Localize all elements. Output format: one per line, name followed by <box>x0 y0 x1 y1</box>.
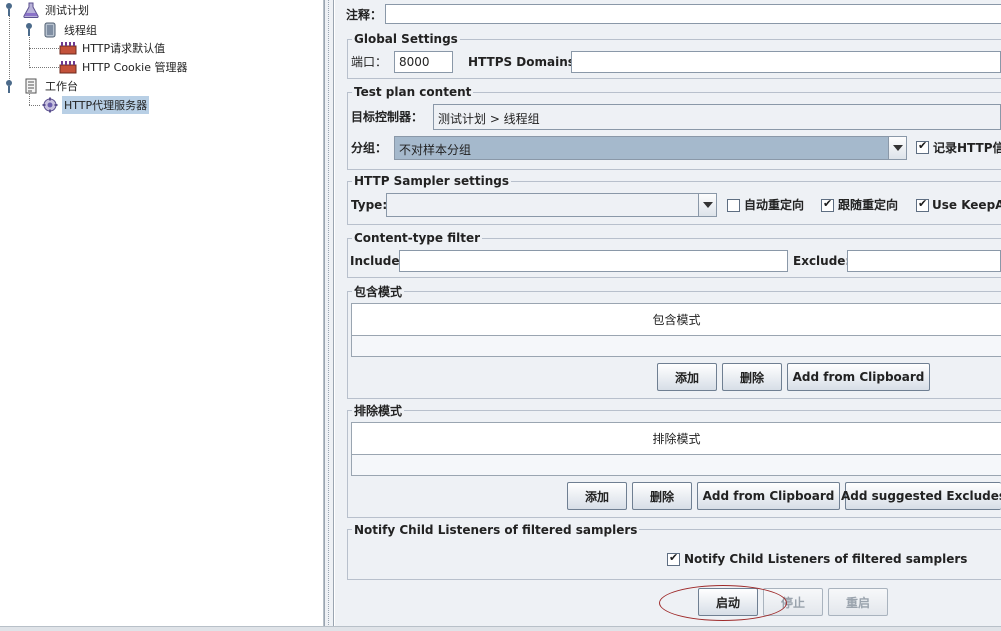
keepalive-checkbox[interactable] <box>916 197 929 212</box>
tree-item-label: HTTP请求默认值 <box>82 42 166 55</box>
include-label: Include: <box>350 254 405 268</box>
tree-item-cookie-manager[interactable]: HTTP Cookie 管理器 <box>59 58 189 76</box>
tree-item-label: 测试计划 <box>45 4 89 17</box>
notify-child-listeners-title: Notify Child Listeners of filtered sampl… <box>352 523 640 537</box>
tree-expand-handle[interactable] <box>5 3 13 17</box>
gear-icon <box>42 97 58 113</box>
https-domains-label: HTTPS Domains : <box>468 55 584 69</box>
tree-item-http-proxy[interactable]: HTTP代理服务器 <box>41 96 150 114</box>
comment-label: 注释： <box>346 8 383 22</box>
auto-redirect-checkbox[interactable] <box>727 199 740 212</box>
notify-child-listeners-checkbox[interactable] <box>667 551 680 566</box>
content-type-filter-title: Content-type filter <box>352 231 482 245</box>
follow-redirect-label: 跟随重定向 <box>838 198 899 212</box>
tree-item-workbench[interactable]: 工作台 <box>22 77 80 95</box>
wrench-icon <box>59 42 77 55</box>
sampler-type-select[interactable] <box>386 193 717 217</box>
include-patterns-title: 包含模式 <box>352 285 405 299</box>
split-pane-divider[interactable] <box>324 0 334 631</box>
global-settings-title: Global Settings <box>352 32 460 46</box>
include-patterns-table-body[interactable] <box>352 336 1001 356</box>
chevron-down-icon[interactable] <box>698 194 716 216</box>
tree-connector <box>29 105 40 106</box>
tree-connector <box>9 14 10 87</box>
spool-icon <box>44 22 56 38</box>
grouping-label: 分组： <box>351 141 388 155</box>
http-sampler-settings-title: HTTP Sampler settings <box>352 174 511 188</box>
exclude-patterns-column-header: 排除模式 <box>352 423 1001 455</box>
https-domains-input[interactable] <box>571 51 1001 73</box>
include-add-button[interactable]: 添加 <box>657 363 717 391</box>
chevron-down-icon[interactable] <box>888 137 906 159</box>
include-add-from-clipboard-button[interactable]: Add from Clipboard <box>787 363 930 391</box>
wrench-icon <box>59 61 77 74</box>
include-delete-button[interactable]: 删除 <box>722 363 782 391</box>
grouping-select[interactable]: 不对样本分组 <box>394 136 907 160</box>
tree-expand-handle[interactable] <box>25 23 33 37</box>
add-suggested-excludes-button[interactable]: Add suggested Excludes <box>841 482 1001 510</box>
notify-child-listeners-label: Notify Child Listeners of filtered sampl… <box>684 552 968 566</box>
tree-expand-handle[interactable] <box>5 80 13 94</box>
tree-item-label: HTTP代理服务器 <box>62 96 150 114</box>
exclude-patterns-table-body[interactable] <box>352 455 1001 475</box>
port-input[interactable]: 8000 <box>394 51 453 73</box>
tree-connector <box>29 67 59 68</box>
exclude-patterns-title: 排除模式 <box>352 404 405 418</box>
keepalive-label: Use KeepAli <box>932 198 1001 212</box>
restart-button[interactable]: 重启 <box>828 588 888 616</box>
record-http-label: 记录HTTP信 <box>933 141 1001 155</box>
bottom-status-strip <box>0 626 1001 631</box>
test-plan-content-title: Test plan content <box>352 85 474 99</box>
record-http-checkbox[interactable] <box>916 139 929 154</box>
comment-input[interactable] <box>385 4 1001 24</box>
flask-icon <box>23 2 39 18</box>
follow-redirect-checkbox[interactable] <box>821 197 834 212</box>
annotation-ellipse <box>659 585 787 621</box>
clipboard-icon <box>25 78 37 94</box>
exclude-add-button[interactable]: 添加 <box>567 482 627 510</box>
test-plan-tree[interactable]: 测试计划 线程组 HTTP请求默认值 HTTP Cookie 管理器 工作台 H… <box>0 0 324 626</box>
exclude-delete-button[interactable]: 删除 <box>632 482 692 510</box>
exclude-add-from-clipboard-button[interactable]: Add from Clipboard <box>697 482 840 510</box>
tree-item-label: 线程组 <box>64 24 97 37</box>
include-patterns-column-header: 包含模式 <box>352 304 1001 336</box>
tree-item-label: HTTP Cookie 管理器 <box>82 61 188 74</box>
tree-item-test-plan[interactable]: 测试计划 <box>22 1 91 19</box>
sampler-type-label: Type: <box>351 198 388 212</box>
port-label: 端口： <box>351 55 388 69</box>
tree-connector <box>29 94 30 105</box>
tree-item-label: 工作台 <box>45 80 78 93</box>
target-controller-select[interactable]: 测试计划 > 线程组 <box>433 104 1001 130</box>
target-controller-label: 目标控制器： <box>351 110 424 124</box>
tree-connector <box>29 35 30 66</box>
include-input[interactable] <box>399 250 788 272</box>
auto-redirect-label: 自动重定向 <box>744 198 805 212</box>
tree-item-http-defaults[interactable]: HTTP请求默认值 <box>59 39 167 57</box>
include-patterns-table[interactable]: 包含模式 <box>351 303 1001 357</box>
tree-connector <box>29 48 59 49</box>
tree-item-thread-group[interactable]: 线程组 <box>41 21 99 39</box>
exclude-patterns-table[interactable]: 排除模式 <box>351 422 1001 476</box>
exclude-label: Exclude: <box>793 254 851 268</box>
exclude-input[interactable] <box>847 250 1001 272</box>
